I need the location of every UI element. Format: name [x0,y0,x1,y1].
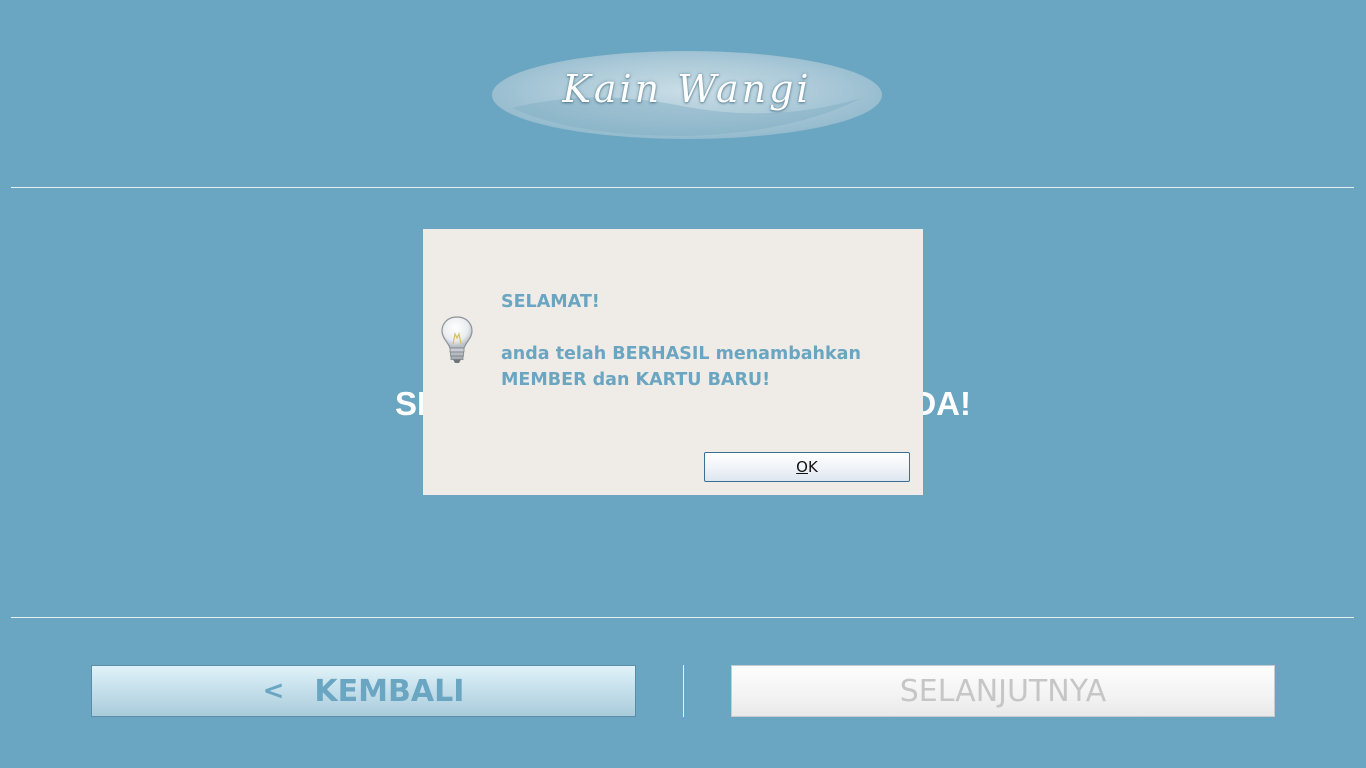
ok-button-label-rest: K [807,458,818,476]
next-button-label: SELANJUTNYA [899,673,1107,709]
back-button-label: KEMBALI [314,673,465,709]
bottom-divider [11,617,1354,618]
next-button[interactable]: SELANJUTNYA [731,665,1275,717]
lightbulb-icon [439,314,475,368]
back-button[interactable]: < KEMBALI [91,665,636,717]
dialog-message-line-1: anda telah BERHASIL menambahkan [501,344,861,364]
app-logo: Kain Wangi [492,48,882,142]
dialog-message-line-2: MEMBER dan KARTU BARU! [501,370,771,390]
ok-button-mnemonic: O [796,458,808,476]
ok-button[interactable]: OK [704,452,910,482]
success-dialog: SELAMAT! anda telah BERHASIL menambahkan… [423,229,923,495]
dialog-title: SELAMAT! [501,292,600,312]
top-divider [11,187,1354,188]
chevron-left-icon: < [262,676,285,706]
dialog-message: SELAMAT! anda telah BERHASIL menambahkan… [501,289,901,393]
logo-text: Kain Wangi [562,67,812,111]
footer-separator [683,665,684,717]
